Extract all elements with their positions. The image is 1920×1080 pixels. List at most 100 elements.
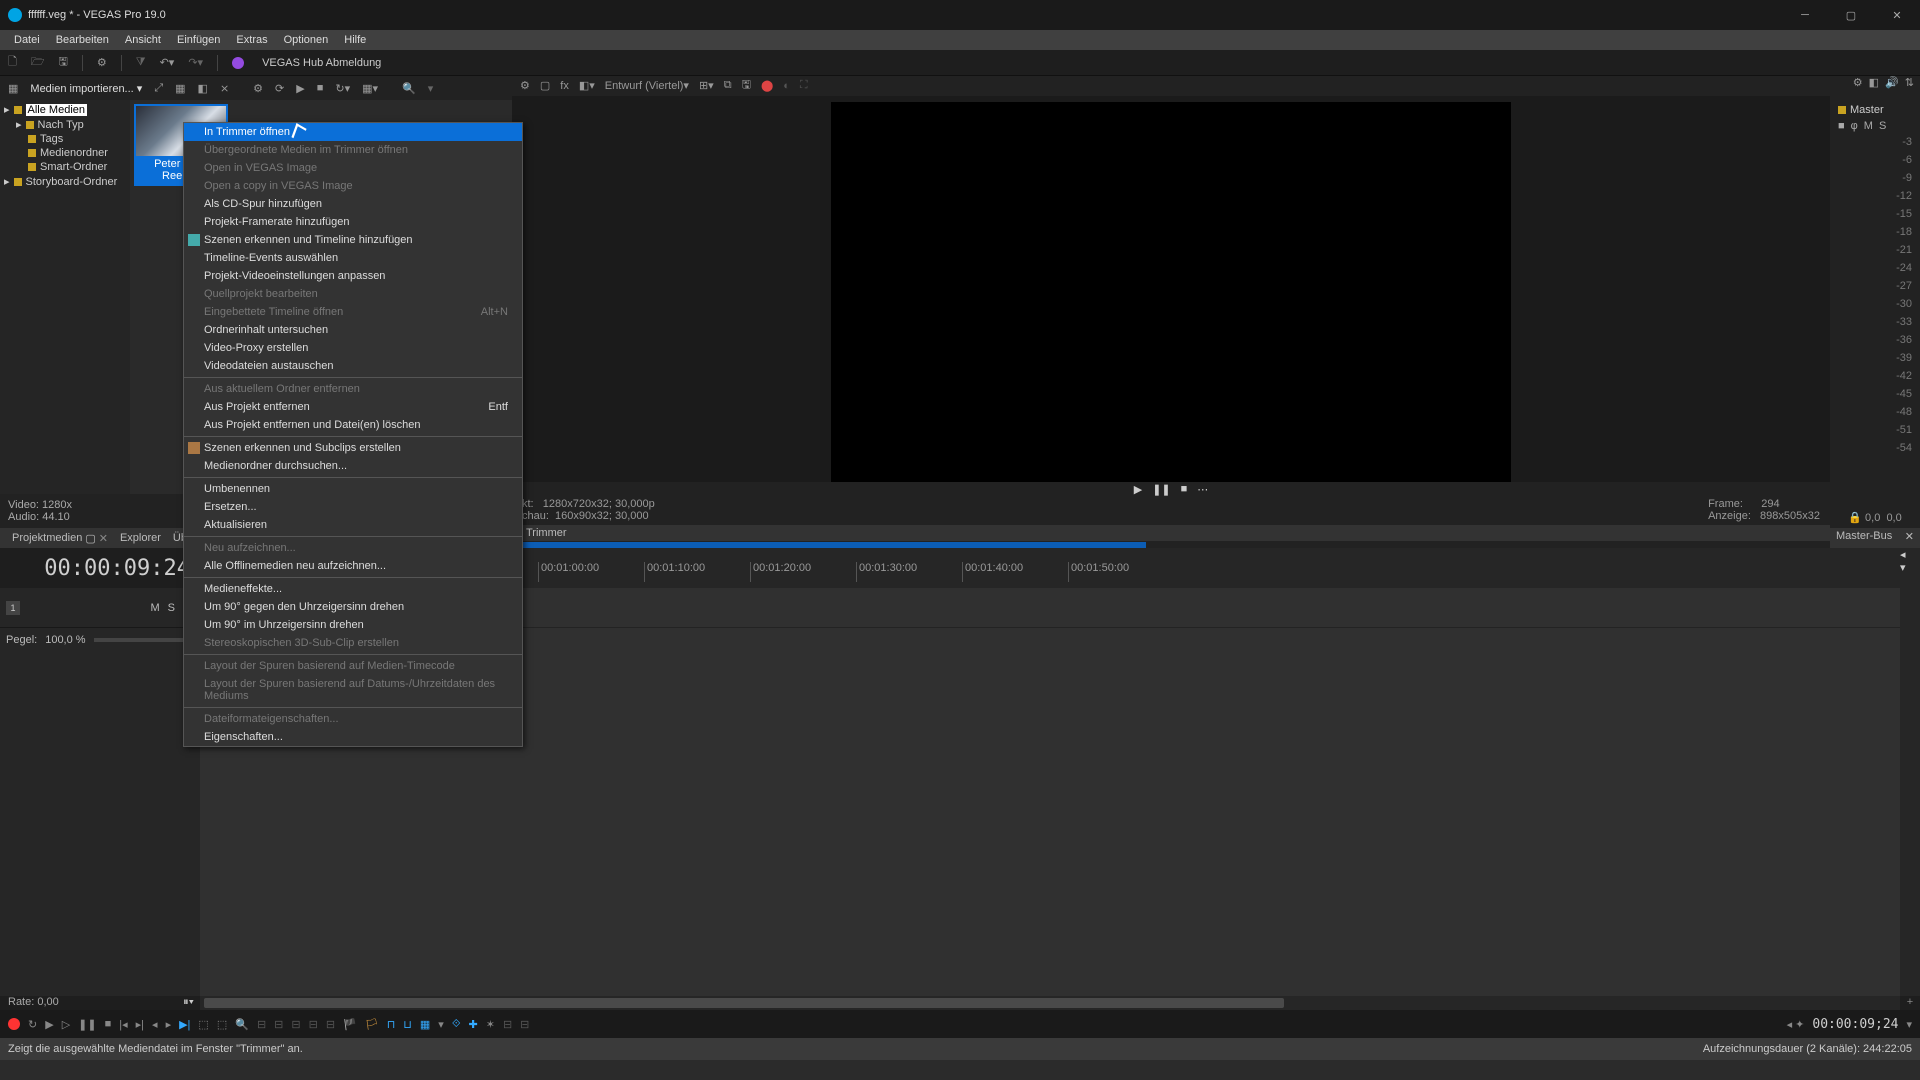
track-mute-button[interactable]: M — [150, 602, 159, 614]
timeline-timecode[interactable]: 00:00:09:24 — [0, 548, 200, 588]
tab-projektmedien[interactable]: Projektmedien ▢✕ — [6, 532, 114, 545]
master-downmix-icon[interactable]: ⇅ — [1905, 76, 1914, 100]
ctx-item[interactable]: Als CD-Spur hinzufügen — [184, 195, 522, 213]
preview-more-icon[interactable]: ⋯ — [1197, 483, 1208, 496]
snap-grid-icon[interactable]: ▦ — [420, 1018, 430, 1031]
ctx-item[interactable]: Aus Projekt entfernen und Datei(en) lösc… — [184, 416, 522, 434]
record-button[interactable] — [8, 1018, 20, 1030]
menu-view[interactable]: Ansicht — [117, 34, 169, 46]
split-screen-icon[interactable]: ◧▾ — [579, 79, 595, 92]
tree-media-folders[interactable]: Medienordner — [14, 146, 128, 160]
menu-insert[interactable]: Einfügen — [169, 34, 228, 46]
timeline-h-scroll[interactable] — [200, 996, 1900, 1010]
ctx-item[interactable]: Szenen erkennen und Timeline hinzufügen — [184, 231, 522, 249]
ctx-item[interactable]: Medieneffekte... — [184, 580, 522, 598]
preview-settings-icon[interactable]: ⚙ — [520, 79, 530, 92]
track-level-slider[interactable] — [94, 638, 194, 642]
master-dim-icon[interactable]: ◧ — [1869, 76, 1879, 100]
preview-quality[interactable]: Entwurf (Viertel)▾ — [605, 79, 689, 92]
tree-storyboard-folders[interactable]: ▸Storyboard-Ordner — [2, 174, 128, 189]
master-solo-button[interactable]: S — [1879, 120, 1886, 132]
preview-fx-icon[interactable]: fx — [560, 80, 569, 92]
timeline-marker-scroll[interactable]: ◂▾ — [1900, 548, 1920, 588]
ctx-item[interactable]: Umbenennen — [184, 480, 522, 498]
stop-media-icon[interactable]: ■ — [317, 82, 324, 94]
selection-icon[interactable]: ⬚ — [217, 1018, 227, 1031]
preview-play-icon[interactable]: ▶ — [1134, 483, 1142, 496]
view-icon[interactable]: ▦▾ — [362, 82, 378, 95]
loop-icon[interactable]: ↻▾ — [335, 82, 350, 95]
track-solo-button[interactable]: S — [168, 602, 175, 614]
redo-icon[interactable]: ↷▾ — [188, 56, 203, 69]
capture-icon[interactable]: ⤢ — [154, 82, 163, 95]
snap-options-icon[interactable]: ▾ — [438, 1018, 444, 1031]
open-icon[interactable]: 🗁 — [31, 53, 45, 72]
external-monitor-icon[interactable]: ▢ — [540, 79, 550, 92]
tab-trimmer[interactable]: Trimmer — [518, 527, 575, 539]
remove-icon[interactable]: ⨯ — [220, 82, 229, 95]
hub-label[interactable]: VEGAS Hub Abmeldung — [262, 57, 381, 69]
tab-explorer[interactable]: Explorer — [114, 532, 167, 544]
play-media-icon[interactable]: ▶ — [296, 82, 304, 95]
lock-envelopes-icon[interactable]: ✚ — [469, 1018, 478, 1031]
snap-marker-icon[interactable]: ⊔ — [403, 1018, 412, 1031]
settings-icon[interactable]: ⚙ — [97, 56, 107, 69]
play-icon[interactable]: ▷ — [62, 1018, 70, 1031]
tree-root[interactable]: ▸Alle Medien — [2, 102, 128, 117]
cut-icon[interactable]: ⧩ — [136, 56, 146, 69]
media-gen-icon[interactable]: ▦ — [175, 82, 185, 95]
dim-icon[interactable]: ◐ — [783, 80, 790, 92]
maximize-button[interactable]: ▢ — [1828, 0, 1874, 30]
envelope-icon[interactable]: ⬚ — [198, 1018, 208, 1031]
pause-icon[interactable]: ❚❚ — [78, 1018, 96, 1031]
import-media-button[interactable]: Medien importieren... ▾ — [30, 82, 142, 95]
props-icon[interactable]: ⚙ — [253, 82, 263, 95]
ctx-item[interactable]: Ordnerinhalt untersuchen — [184, 321, 522, 339]
track-header-1[interactable]: 1 M S ⋯ — [0, 588, 200, 628]
menu-help[interactable]: Hilfe — [336, 34, 374, 46]
minimize-button[interactable]: ─ — [1782, 0, 1828, 30]
ctx-item[interactable]: Medienordner durchsuchen... — [184, 457, 522, 475]
go-start-icon[interactable]: |◂ — [119, 1018, 127, 1031]
transport-timecode[interactable]: 00:00:09;24 — [1812, 1017, 1898, 1032]
snap-icon[interactable]: ⊓ — [387, 1018, 396, 1031]
master-mono-icon[interactable]: 🔊 — [1885, 76, 1899, 100]
save-frame-icon[interactable]: 🖫 — [742, 76, 751, 95]
master-mute-button[interactable]: M — [1864, 120, 1873, 132]
ctx-item[interactable]: Eigenschaften... — [184, 728, 522, 746]
new-icon[interactable]: 🗋 — [8, 53, 17, 72]
menu-edit[interactable]: Bearbeiten — [48, 34, 117, 46]
ctx-item[interactable]: In Trimmer öffnen — [184, 123, 522, 141]
region-icon[interactable]: 🏳 — [365, 1018, 379, 1031]
undo-icon[interactable]: ↶▾ — [160, 56, 175, 69]
tab-master-bus[interactable]: Master-Bus ✕ — [1830, 528, 1920, 548]
ctx-item[interactable]: Projekt-Framerate hinzufügen — [184, 213, 522, 231]
ctx-item[interactable]: Aus Projekt entfernenEntf — [184, 398, 522, 416]
next-frame-icon[interactable]: ▸ — [166, 1018, 172, 1031]
timeline-v-scroll[interactable] — [1900, 588, 1920, 996]
fullscreen-icon[interactable]: ⛶ — [800, 79, 808, 92]
search-icon[interactable]: 🔍 — [402, 82, 416, 95]
preview-pause-icon[interactable]: ❚❚ — [1152, 483, 1170, 496]
stop-icon[interactable]: ■ — [105, 1018, 112, 1030]
ctx-item[interactable]: Timeline-Events auswählen — [184, 249, 522, 267]
search-dropdown-icon[interactable]: ▾ — [428, 82, 434, 95]
close-tab-icon[interactable]: ✕ — [99, 532, 108, 545]
ctx-item[interactable]: Um 90° gegen den Uhrzeigersinn drehen — [184, 598, 522, 616]
ctx-item[interactable]: Szenen erkennen und Subclips erstellen — [184, 439, 522, 457]
preview-stop-icon[interactable]: ■ — [1181, 483, 1188, 495]
tree-by-type[interactable]: ▸Nach Typ — [14, 117, 128, 132]
ctx-item[interactable]: Ersetzen... — [184, 498, 522, 516]
ctx-item[interactable]: Um 90° im Uhrzeigersinn drehen — [184, 616, 522, 634]
tab-menu-icon[interactable]: ▢ — [85, 532, 95, 545]
master-phase-button[interactable]: φ — [1851, 120, 1858, 132]
prev-frame-icon[interactable]: ◂ — [152, 1018, 158, 1031]
zoom-icon[interactable]: 🔍 — [235, 1018, 249, 1031]
tree-tags[interactable]: Tags — [14, 132, 128, 146]
menu-file[interactable]: Datei — [6, 34, 48, 46]
copy-frame-icon[interactable]: ⧉ — [724, 79, 732, 92]
ctx-item[interactable]: Videodateien austauschen — [184, 357, 522, 375]
menu-extras[interactable]: Extras — [228, 34, 275, 46]
ctx-item[interactable]: Video-Proxy erstellen — [184, 339, 522, 357]
overlays-icon[interactable]: ⊞▾ — [699, 79, 714, 92]
